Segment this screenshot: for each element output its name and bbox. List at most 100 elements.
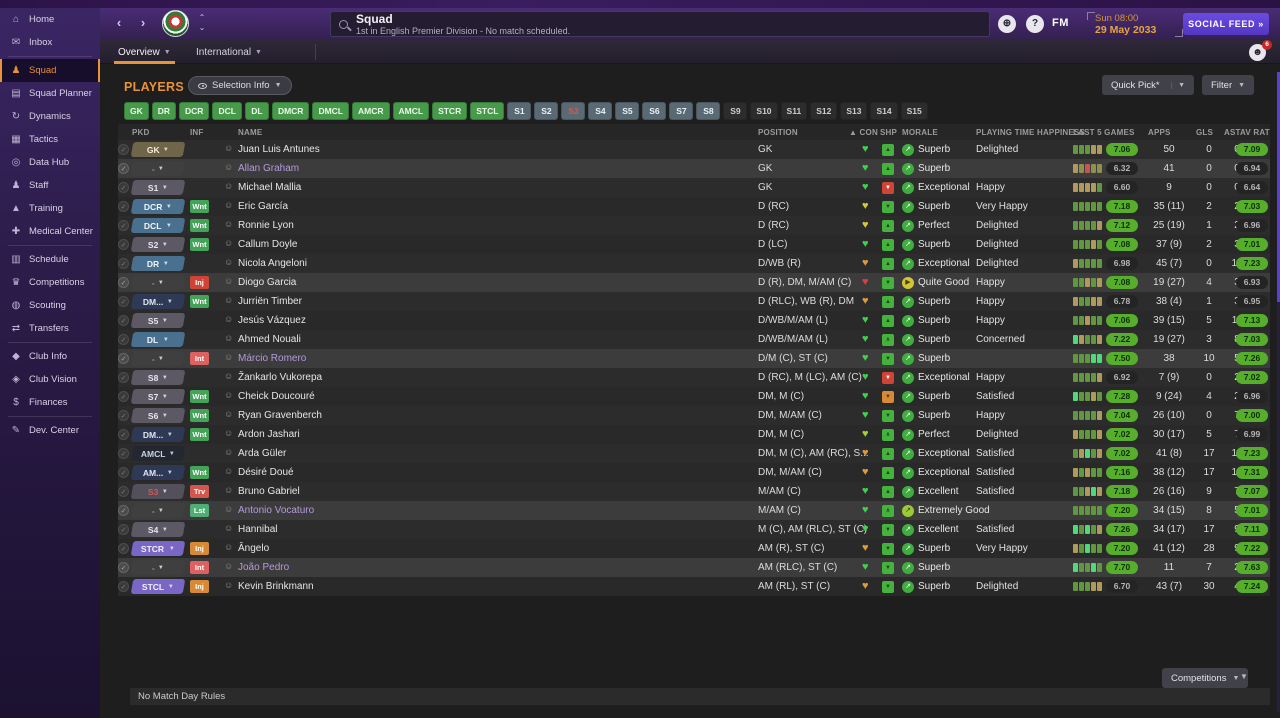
picked-position-dropdown[interactable]: - ▼: [130, 503, 186, 518]
row-checkbox[interactable]: ✓: [118, 467, 129, 478]
picked-position-dropdown[interactable]: GK ▼: [130, 142, 186, 157]
column-header-avr[interactable]: AV RAT: [1240, 128, 1270, 137]
player-name[interactable]: Bruno Gabriel: [238, 486, 300, 497]
picked-position-dropdown[interactable]: STCR ▼: [130, 541, 186, 556]
row-checkbox[interactable]: ✓: [118, 277, 129, 288]
help-icon[interactable]: ?: [1026, 15, 1044, 33]
sidebar-item-staff[interactable]: ♟ Staff: [0, 174, 100, 197]
info-badge-int[interactable]: Int: [190, 352, 209, 365]
sidebar-item-dev-center[interactable]: ✎ Dev. Center: [0, 419, 100, 442]
info-badge-injo[interactable]: Inj: [190, 542, 209, 555]
picked-position-dropdown[interactable]: AM... ▼: [130, 465, 186, 480]
player-row-michael-mallia[interactable]: ✓ S1 ▼ ☺ Michael Mallia GK ♥ ▼ ↗ Exceptional Happy…: [118, 178, 1270, 197]
player-row-kevin-brinkmann[interactable]: ✓ STCL ▼ Inj ☺ Kevin Brinkmann AM (RL), ST (C)…: [118, 577, 1270, 596]
info-badge-wnt[interactable]: Wnt: [190, 295, 209, 308]
sidebar-item-schedule[interactable]: ▥ Schedule: [0, 248, 100, 271]
player-row-eric-garc-a[interactable]: ✓ DCR ▼ Wnt ☺ Eric García D (RC) ♥ ▼ ↗ Superb Very …: [118, 197, 1270, 216]
position-chip-s3[interactable]: S3: [561, 102, 586, 120]
position-chip-s2[interactable]: S2: [534, 102, 559, 120]
selection-info-dropdown[interactable]: Selection Info ▼: [188, 76, 292, 95]
picked-position-dropdown[interactable]: DM... ▼: [130, 427, 186, 442]
sidebar-item-club-info[interactable]: ◆ Club Info: [0, 345, 100, 368]
player-row-ankarlo-vukorepa[interactable]: ✓ S8 ▼ ☺ Žankarlo Vukorepa D (RC), M (LC), AM…: [118, 368, 1270, 387]
player-row-arda-g-ler[interactable]: ✓ AMCL ▼ ☺ Arda Güler DM, M (C), AM (RC), S..…: [118, 444, 1270, 463]
row-checkbox[interactable]: ✓: [118, 410, 129, 421]
picked-position-dropdown[interactable]: S3 ▼: [130, 484, 186, 499]
picked-position-dropdown[interactable]: S7 ▼: [130, 389, 186, 404]
row-checkbox[interactable]: ✓: [118, 163, 129, 174]
position-chip-s11[interactable]: S11: [780, 102, 808, 120]
sidebar-item-scouting[interactable]: ◍ Scouting: [0, 294, 100, 317]
player-row-bruno-gabriel[interactable]: ✓ S3 ▼ Trv ☺ Bruno Gabriel M/AM (C) ♥ ▲ ↗ Excellen…: [118, 482, 1270, 501]
club-down-chevron-icon[interactable]: ⌄: [196, 24, 208, 32]
column-header-name[interactable]: NAME: [238, 128, 262, 137]
position-chip-s5[interactable]: S5: [615, 102, 640, 120]
player-name[interactable]: Ryan Gravenberch: [238, 410, 322, 421]
picked-position-dropdown[interactable]: STCL ▼: [130, 579, 186, 594]
picked-position-dropdown[interactable]: - ▼: [130, 275, 186, 290]
row-checkbox[interactable]: ✓: [118, 372, 129, 383]
position-chip-dr[interactable]: DR: [151, 102, 177, 120]
position-chip-s8[interactable]: S8: [696, 102, 721, 120]
position-chip-dcr[interactable]: DCR: [179, 102, 210, 120]
position-chip-dmcr[interactable]: DMCR: [271, 102, 310, 120]
player-row-allan-graham[interactable]: ✓-▼☺Allan GrahamGK♥▲↗Superb6.3241006.94: [118, 159, 1270, 178]
info-badge-wnt[interactable]: Wnt: [190, 200, 209, 213]
row-checkbox[interactable]: ✓: [118, 296, 129, 307]
player-name[interactable]: Žankarlo Vukorepa: [238, 372, 322, 383]
sidebar-item-finances[interactable]: $ Finances: [0, 391, 100, 414]
player-row-jo-o-pedro[interactable]: ✓ - ▼ Int ☺ João Pedro AM (RLC), ST (C) ♥ ▼ ↗ Supe…: [118, 558, 1270, 577]
club-up-chevron-icon[interactable]: ⌃: [196, 14, 208, 22]
player-name[interactable]: Ahmed Nouali: [238, 334, 301, 345]
info-badge-wnt[interactable]: Wnt: [190, 466, 209, 479]
player-row-jurri-n-timber[interactable]: ✓ DM... ▼ Wnt ☺ Jurriën Timber D (RLC), WB (R)…: [118, 292, 1270, 311]
sidebar-item-club-vision[interactable]: ◈ Club Vision: [0, 368, 100, 391]
player-name[interactable]: Márcio Romero: [238, 353, 306, 364]
search-box[interactable]: Squad 1st in English Premier Division - …: [330, 11, 990, 37]
row-checkbox[interactable]: ✓: [118, 543, 129, 554]
picked-position-dropdown[interactable]: S2 ▼: [130, 237, 186, 252]
column-header-pos[interactable]: POSITION: [758, 128, 798, 137]
player-row-jes-s-v-zquez[interactable]: ✓ S5 ▼ ☺ Jesús Vázquez D/WB/M/AM (L) ♥ ▲ ↗ Superb…: [118, 311, 1270, 330]
position-chip-s4[interactable]: S4: [588, 102, 613, 120]
picked-position-dropdown[interactable]: DL ▼: [130, 332, 186, 347]
info-badge-trv[interactable]: Trv: [190, 485, 209, 498]
game-date[interactable]: Sun 08:00 29 May 2033: [1085, 12, 1183, 37]
position-chip-s12[interactable]: S12: [810, 102, 838, 120]
player-row-nicola-angeloni[interactable]: ✓ DR ▼ ☺ Nicola Angeloni D/WB (R) ♥ ▲ ↗ Exception…: [118, 254, 1270, 273]
row-checkbox[interactable]: ✓: [118, 239, 129, 250]
tab-international[interactable]: International ▼: [192, 40, 266, 64]
sidebar-item-tactics[interactable]: ▦ Tactics: [0, 128, 100, 151]
sidebar-item-data-hub[interactable]: ◎ Data Hub: [0, 151, 100, 174]
player-row-ardon-jashari[interactable]: ✓ DM... ▼ Wnt ☺ Ardon Jashari DM, M (C) ♥ ∧ ↗ Perf…: [118, 425, 1270, 444]
info-badge-inj[interactable]: Inj: [190, 276, 209, 289]
column-header-inf[interactable]: INF: [190, 128, 204, 137]
column-header-con[interactable]: ▲ CON: [849, 128, 878, 137]
player-row-ngelo[interactable]: ✓ STCR ▼ Inj ☺ Ângelo AM (R), ST (C) ♥ ▼ ↗ Superb V…: [118, 539, 1270, 558]
player-row-diogo-garcia[interactable]: ✓ - ▼ Inj ☺ Diogo Garcia D (R), DM, M/AM (C) ♥ ▼…: [118, 273, 1270, 292]
row-checkbox[interactable]: ✓: [118, 524, 129, 535]
position-chip-s15[interactable]: S15: [900, 102, 928, 120]
position-chip-amcl[interactable]: AMCL: [392, 102, 430, 120]
info-badge-wnt[interactable]: Wnt: [190, 219, 209, 232]
picked-position-dropdown[interactable]: DCL ▼: [130, 218, 186, 233]
nav-back-button[interactable]: ‹: [110, 14, 128, 32]
info-badge-wnt[interactable]: Wnt: [190, 238, 209, 251]
sidebar-item-transfers[interactable]: ⇄ Transfers: [0, 317, 100, 340]
picked-position-dropdown[interactable]: S6 ▼: [130, 408, 186, 423]
panel-collapse-chevron-icon[interactable]: ▼: [1240, 672, 1248, 681]
info-badge-wnt[interactable]: Wnt: [190, 390, 209, 403]
player-name[interactable]: Callum Doyle: [238, 239, 297, 250]
social-feed-button[interactable]: SOCIAL FEED »: [1183, 13, 1269, 35]
picked-position-dropdown[interactable]: S4 ▼: [130, 522, 186, 537]
row-checkbox[interactable]: ✓: [118, 182, 129, 193]
row-checkbox[interactable]: ✓: [118, 144, 129, 155]
sidebar-item-training[interactable]: ▲ Training: [0, 197, 100, 220]
player-name[interactable]: Jurriën Timber: [238, 296, 302, 307]
picked-position-dropdown[interactable]: S8 ▼: [130, 370, 186, 385]
position-chip-s13[interactable]: S13: [840, 102, 868, 120]
info-badge-injo[interactable]: Inj: [190, 580, 209, 593]
column-header-l5[interactable]: LAST 5 GAMES: [1073, 128, 1135, 137]
player-name[interactable]: Eric García: [238, 201, 288, 212]
row-checkbox[interactable]: ✓: [118, 334, 129, 345]
